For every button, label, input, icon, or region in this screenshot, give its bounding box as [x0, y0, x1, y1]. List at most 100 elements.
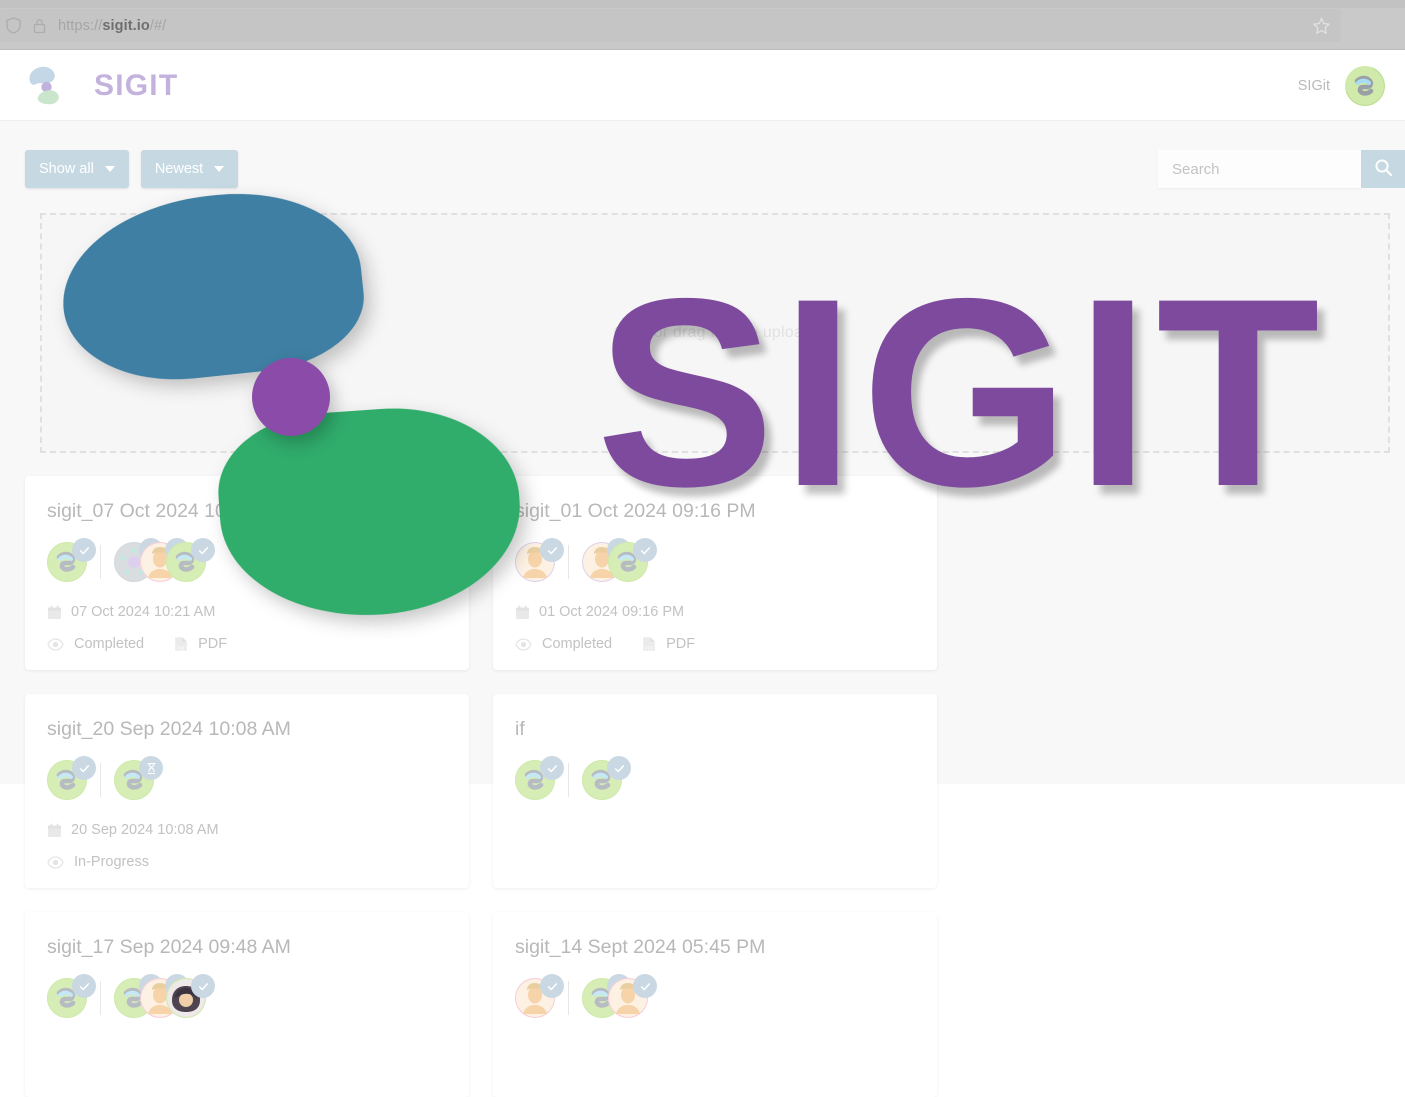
- signer-avatar-row: [47, 538, 447, 584]
- file-type-badge: PDF PDF: [174, 636, 227, 652]
- address-bar[interactable]: https://sigit.io/#/: [0, 9, 1341, 42]
- check-badge-icon: [607, 756, 631, 780]
- check-badge-icon: [633, 974, 657, 998]
- status-badge: Completed: [47, 636, 144, 652]
- document-card[interactable]: sigit_20 Sep 2024 10:08 AM 20 Sep 2024 10…: [25, 694, 469, 888]
- check-badge-icon: [191, 538, 215, 562]
- document-card-title: sigit_17 Sep 2024 09:48 AM: [47, 936, 291, 958]
- url-path: /#/: [149, 17, 167, 34]
- document-card[interactable]: sigit_01 Oct 2024 09:16 PM 01 Oct 2024 09…: [493, 476, 937, 670]
- status-text: In-Progress: [74, 854, 149, 870]
- signer-avatar-stack: [582, 756, 631, 800]
- chevron-down-icon: [214, 166, 225, 172]
- document-card-title: if: [515, 718, 525, 740]
- calendar-icon: [515, 605, 530, 620]
- signer-avatar-stack: [582, 974, 657, 1018]
- url-domain: sigit.io: [102, 17, 150, 34]
- filter-show-all-dropdown[interactable]: Show all: [25, 150, 129, 188]
- page-body: Show all Newest Click or drag files: [0, 121, 1405, 1097]
- document-card-title: sigit_20 Sep 2024 10:08 AM: [47, 718, 291, 740]
- avatar-divider: [100, 545, 101, 579]
- user-avatar[interactable]: [1345, 65, 1385, 106]
- signer-avatar-stack: [114, 538, 215, 582]
- check-badge-icon: [540, 538, 564, 562]
- search-icon: [1374, 158, 1393, 180]
- calendar-icon: [47, 823, 62, 838]
- hourglass-badge-icon: [139, 756, 163, 780]
- search-input[interactable]: [1158, 150, 1361, 188]
- avatar-divider: [568, 981, 569, 1015]
- document-status-row: Completed PDF PDF: [515, 636, 915, 652]
- filter-show-all-label: Show all: [39, 161, 94, 177]
- document-card[interactable]: sigit_14 Sept 2024 05:45 PM: [493, 912, 937, 1097]
- header-user-area: SIGit: [1298, 50, 1385, 121]
- eye-icon: [47, 855, 64, 869]
- check-badge-icon: [633, 538, 657, 562]
- owner-avatar[interactable]: [47, 756, 96, 800]
- signer-avatar-row: [515, 538, 915, 584]
- signer-avatar-row: [515, 756, 915, 802]
- document-card[interactable]: sigit_17 Sep 2024 09:48 AM: [25, 912, 469, 1097]
- signer-avatar-row: [47, 756, 447, 802]
- check-badge-icon: [540, 974, 564, 998]
- url-text: https://sigit.io/#/: [58, 18, 166, 34]
- browser-tab-strip: [0, 0, 1405, 8]
- svg-text:PDF: PDF: [177, 646, 186, 651]
- pdf-file-icon: PDF: [174, 636, 188, 652]
- search-button[interactable]: [1361, 150, 1405, 188]
- signer-avatar[interactable]: [166, 538, 215, 582]
- owner-avatar[interactable]: [515, 756, 564, 800]
- document-card[interactable]: if: [493, 694, 937, 888]
- document-card-title: sigit_07 Oct 2024 10:21 AM: [47, 500, 287, 522]
- document-card-title: sigit_01 Oct 2024 09:16 PM: [515, 500, 756, 522]
- signer-avatar[interactable]: [608, 538, 657, 582]
- document-card-grid: sigit_07 Oct 2024 10:21 AM 07 Oct 2024 10…: [25, 476, 1380, 1097]
- browser-chrome: https://sigit.io/#/: [0, 0, 1405, 50]
- toolbar: Show all Newest: [0, 134, 1405, 189]
- eye-icon: [47, 637, 64, 651]
- document-status-row: Completed PDF PDF: [47, 636, 447, 652]
- owner-avatar[interactable]: [515, 538, 564, 582]
- signer-avatar[interactable]: [582, 756, 631, 800]
- chevron-down-icon: [104, 166, 115, 172]
- owner-avatar[interactable]: [47, 538, 96, 582]
- document-date-text: 07 Oct 2024 10:21 AM: [71, 604, 216, 620]
- user-name[interactable]: SIGit: [1298, 78, 1330, 94]
- check-badge-icon: [72, 538, 96, 562]
- signer-avatar-row: [47, 974, 447, 1020]
- eye-icon: [515, 637, 532, 651]
- upload-dropzone-text: Click or drag files to upload!: [613, 324, 817, 341]
- avatar-divider: [568, 545, 569, 579]
- avatar-divider: [568, 763, 569, 797]
- signer-avatar[interactable]: [166, 974, 215, 1018]
- brand-logo[interactable]: SIGIT: [22, 61, 178, 111]
- check-badge-icon: [540, 756, 564, 780]
- document-date: 01 Oct 2024 09:16 PM: [515, 604, 915, 620]
- pdf-file-icon: PDF: [642, 636, 656, 652]
- signer-avatar[interactable]: [608, 974, 657, 1018]
- bookmark-star-icon[interactable]: [1308, 13, 1334, 39]
- sort-newest-dropdown[interactable]: Newest: [140, 150, 239, 188]
- sort-newest-label: Newest: [154, 161, 204, 177]
- status-badge: Completed: [515, 636, 612, 652]
- svg-text:PDF: PDF: [645, 646, 654, 651]
- check-badge-icon: [72, 756, 96, 780]
- signer-avatar[interactable]: [114, 756, 163, 800]
- document-date-text: 01 Oct 2024 09:16 PM: [539, 604, 685, 620]
- document-card-title: sigit_14 Sept 2024 05:45 PM: [515, 936, 766, 958]
- signer-avatar-stack: [114, 974, 215, 1018]
- file-type-text: PDF: [666, 636, 696, 652]
- search-area: [1158, 150, 1405, 188]
- document-date: 20 Sep 2024 10:08 AM: [47, 822, 447, 838]
- app-header: SIGIT SIGit: [0, 50, 1405, 121]
- owner-avatar[interactable]: [515, 974, 564, 1018]
- document-date: 07 Oct 2024 10:21 AM: [47, 604, 447, 620]
- avatar-divider: [100, 763, 101, 797]
- status-text: Completed: [74, 636, 145, 652]
- filter-controls: Show all Newest: [25, 150, 239, 188]
- owner-avatar[interactable]: [47, 974, 96, 1018]
- file-type-text: PDF: [198, 636, 228, 652]
- document-card[interactable]: sigit_07 Oct 2024 10:21 AM 07 Oct 2024 10…: [25, 476, 469, 670]
- upload-dropzone[interactable]: Click or drag files to upload!: [40, 213, 1390, 453]
- sigit-logo-icon: [22, 61, 84, 111]
